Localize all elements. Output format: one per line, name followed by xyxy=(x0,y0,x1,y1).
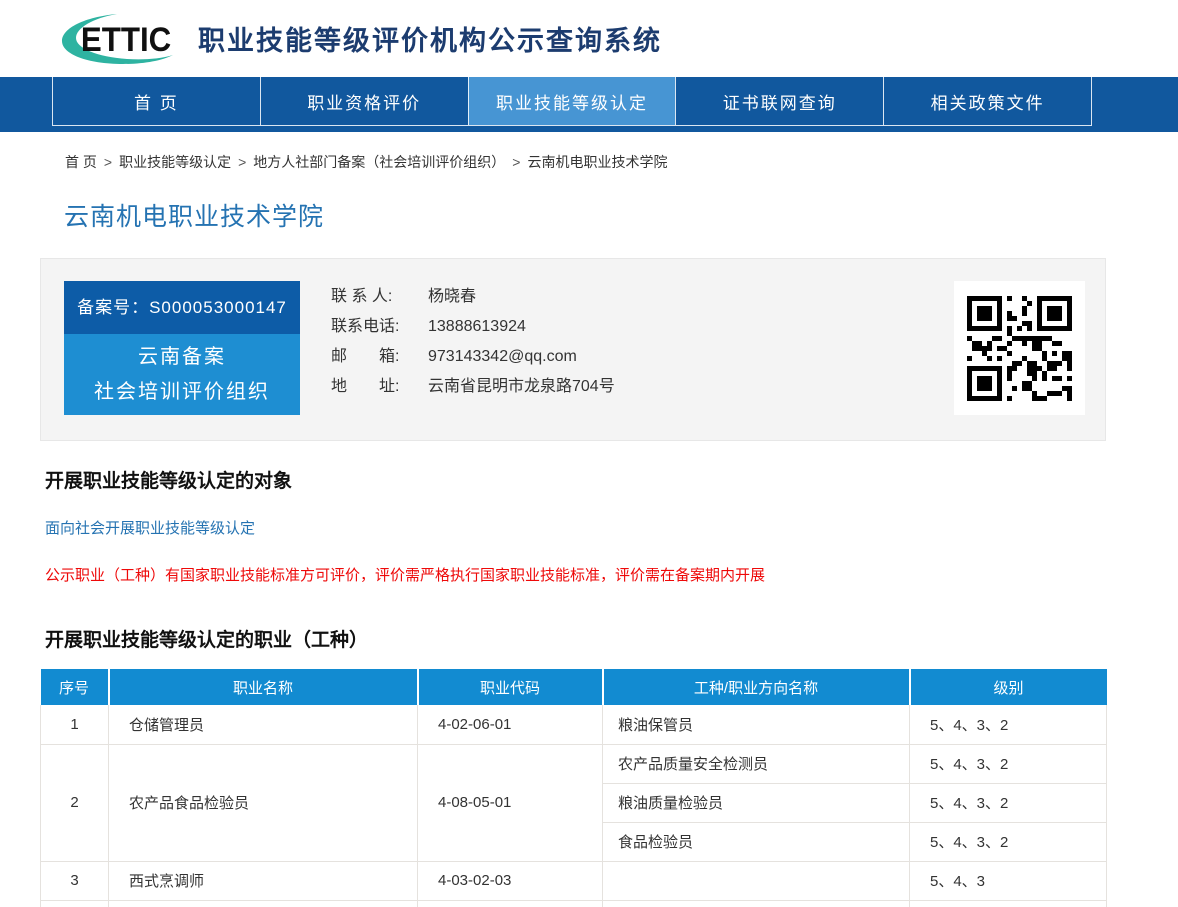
qr-code-icon xyxy=(967,296,1072,401)
contact-line-4: 地 址:云南省昆明市龙泉路704号 xyxy=(331,372,615,402)
breadcrumb-item-1[interactable]: 首 页 xyxy=(65,154,97,170)
nav-item-4[interactable]: 证书联网查询 xyxy=(675,77,883,125)
cell-levels: 5、4、3、2 xyxy=(910,783,1107,822)
breadcrumb-item-3[interactable]: 地方人社部门备案（社会培训评价组织） xyxy=(253,154,505,170)
table-row xyxy=(41,900,1107,907)
contact-line-1: 联 系 人:杨晓春 xyxy=(331,282,615,312)
cell-levels: 5、4、3 xyxy=(910,861,1107,900)
contact-value: 973143342@qq.com xyxy=(428,348,577,365)
record-org-type: 社会培训评价组织 xyxy=(64,375,300,410)
column-header-3: 职业代码 xyxy=(418,669,603,705)
cell-name: 西式烹调师 xyxy=(109,861,418,900)
contact-label: 地 址: xyxy=(331,372,428,402)
contact-value: 云南省昆明市龙泉路704号 xyxy=(428,378,615,395)
cell-code: 4-02-06-01 xyxy=(418,705,603,744)
cell-type: 粮油质量检验员 xyxy=(603,783,910,822)
occupations-table: 序号职业名称职业代码工种/职业方向名称级别 1仓储管理员4-02-06-01粮油… xyxy=(40,669,1107,907)
cell-name xyxy=(109,900,418,907)
record-number-value: S000053000147 xyxy=(149,298,287,317)
breadcrumb-item-2[interactable]: 职业技能等级认定 xyxy=(119,154,231,170)
column-header-1: 序号 xyxy=(41,669,109,705)
cell-no: 3 xyxy=(41,861,109,900)
nav-item-5[interactable]: 相关政策文件 xyxy=(883,77,1092,125)
cell-type: 农产品质量安全检测员 xyxy=(603,744,910,783)
breadcrumb: 首 页 > 职业技能等级认定 > 地方人社部门备案（社会培训评价组织） > 云南机电职业技术… xyxy=(65,152,1178,172)
ettic-logo: ETTIC xyxy=(57,12,184,66)
breadcrumb-separator: > xyxy=(512,154,520,170)
cell-levels xyxy=(910,900,1107,907)
cell-name: 仓储管理员 xyxy=(109,705,418,744)
column-header-5: 级别 xyxy=(910,669,1107,705)
record-badge: 备案号：S000053000147 云南备案 社会培训评价组织 xyxy=(64,281,300,415)
cell-code: 4-08-05-01 xyxy=(418,744,603,861)
record-number: 备案号：S000053000147 xyxy=(64,281,300,334)
cell-code xyxy=(418,900,603,907)
contact-label: 联 系 人: xyxy=(331,282,428,312)
logo-swoosh-icon: ETTIC xyxy=(57,12,184,66)
contact-label: 邮 箱: xyxy=(331,342,428,372)
qr-code xyxy=(954,281,1085,415)
page-title: 云南机电职业技术学院 xyxy=(64,197,1178,233)
logo-text: ETTIC xyxy=(81,19,171,58)
cell-levels: 5、4、3、2 xyxy=(910,705,1107,744)
cell-type: 食品检验员 xyxy=(603,822,910,861)
record-badge-type: 云南备案 社会培训评价组织 xyxy=(64,334,300,415)
table-row: 3西式烹调师4-03-02-03 5、4、3 xyxy=(41,861,1107,900)
contact-value: 13888613924 xyxy=(428,318,526,335)
nav-item-1[interactable]: 首 页 xyxy=(52,77,260,125)
main-nav: 首 页职业资格评价职业技能等级认定证书联网查询相关政策文件 xyxy=(0,77,1178,132)
nav-item-3[interactable]: 职业技能等级认定 xyxy=(468,77,676,125)
site-header: ETTIC 职业技能等级评价机构公示查询系统 xyxy=(0,0,1178,77)
target-description: 面向社会开展职业技能等级认定 xyxy=(45,517,1178,538)
record-number-label: 备案号： xyxy=(77,298,149,317)
page: ETTIC 职业技能等级评价机构公示查询系统 首 页职业资格评价职业技能等级认定… xyxy=(0,0,1178,907)
cell-type xyxy=(603,861,910,900)
cell-name: 农产品食品检验员 xyxy=(109,744,418,861)
cell-no: 2 xyxy=(41,744,109,861)
contact-info: 联 系 人:杨晓春联系电话:13888613924邮 箱:973143342@q… xyxy=(331,281,615,402)
breadcrumb-separator: > xyxy=(238,154,246,170)
table-row: 2农产品食品检验员4-08-05-01农产品质量安全检测员5、4、3、2 xyxy=(41,744,1107,783)
contact-label: 联系电话: xyxy=(331,312,428,342)
column-header-2: 职业名称 xyxy=(109,669,418,705)
nav-item-2[interactable]: 职业资格评价 xyxy=(260,77,468,125)
record-region: 云南备案 xyxy=(64,340,300,375)
cell-code: 4-03-02-03 xyxy=(418,861,603,900)
cell-type: 粮油保管员 xyxy=(603,705,910,744)
breadcrumb-separator: > xyxy=(104,154,112,170)
breadcrumb-item-4: 云南机电职业技术学院 xyxy=(527,154,667,170)
nav-items: 首 页职业资格评价职业技能等级认定证书联网查询相关政策文件 xyxy=(52,77,1092,126)
cell-type xyxy=(603,900,910,907)
site-title: 职业技能等级评价机构公示查询系统 xyxy=(198,19,662,58)
contact-line-3: 邮 箱:973143342@qq.com xyxy=(331,342,615,372)
cell-no: 1 xyxy=(41,705,109,744)
contact-line-2: 联系电话:13888613924 xyxy=(331,312,615,342)
table-row: 1仓储管理员4-02-06-01粮油保管员5、4、3、2 xyxy=(41,705,1107,744)
cell-no xyxy=(41,900,109,907)
section-heading-occupations: 开展职业技能等级认定的职业（工种） xyxy=(45,625,1178,652)
notice-text: 公示职业（工种）有国家职业技能标准方可评价，评价需严格执行国家职业技能标准，评价… xyxy=(45,564,1178,585)
column-header-4: 工种/职业方向名称 xyxy=(603,669,910,705)
org-info-card: 备案号：S000053000147 云南备案 社会培训评价组织 联 系 人:杨晓… xyxy=(40,258,1106,441)
section-heading-target: 开展职业技能等级认定的对象 xyxy=(45,466,1178,493)
table-header-row: 序号职业名称职业代码工种/职业方向名称级别 xyxy=(41,669,1107,705)
contact-value: 杨晓春 xyxy=(428,288,476,305)
cell-levels: 5、4、3、2 xyxy=(910,744,1107,783)
cell-levels: 5、4、3、2 xyxy=(910,822,1107,861)
